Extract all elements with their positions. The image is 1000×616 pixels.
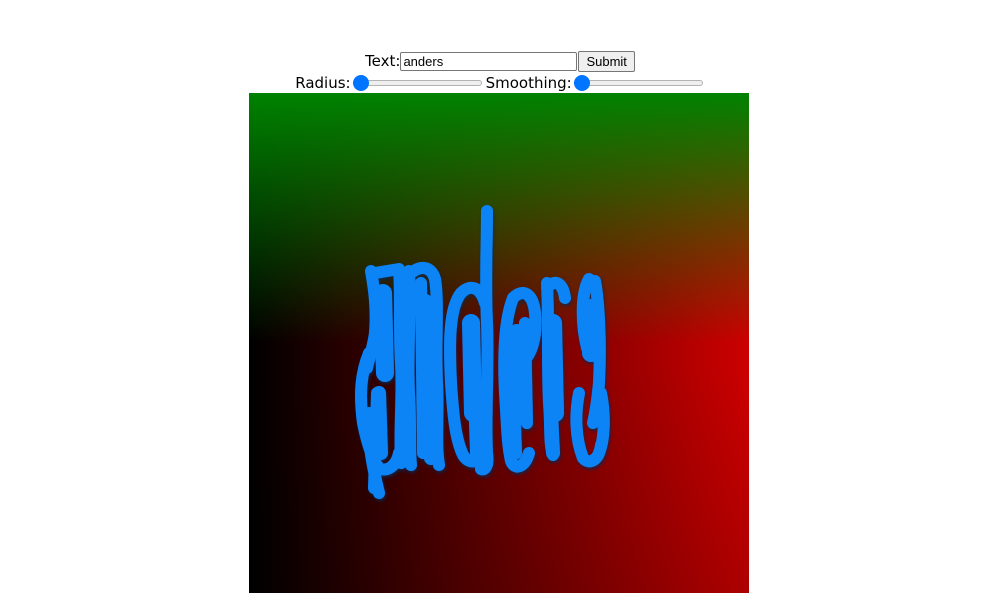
smoothing-label: Smoothing: — [485, 74, 572, 92]
text-label: Text: — [365, 52, 401, 70]
text-input[interactable] — [400, 51, 578, 71]
blob-text-graphic — [355, 205, 610, 499]
radius-slider-thumb[interactable] — [352, 75, 369, 91]
submit-button[interactable]: Submit — [578, 50, 635, 72]
blob-text-strokes — [355, 205, 610, 499]
render-canvas[interactable] — [249, 93, 749, 593]
smoothing-slider[interactable] — [573, 75, 703, 91]
slider-row: Radius: Smoothing: — [0, 73, 1000, 93]
smoothing-slider-thumb[interactable] — [573, 75, 590, 91]
radius-slider-track — [352, 80, 482, 86]
radius-slider[interactable] — [352, 75, 482, 91]
text-form-row: Text: Submit — [0, 50, 1000, 72]
radius-label: Radius: — [295, 74, 351, 92]
page: Text: Submit Radius: Smoothing: — [0, 0, 1000, 616]
smoothing-slider-track — [573, 80, 703, 86]
